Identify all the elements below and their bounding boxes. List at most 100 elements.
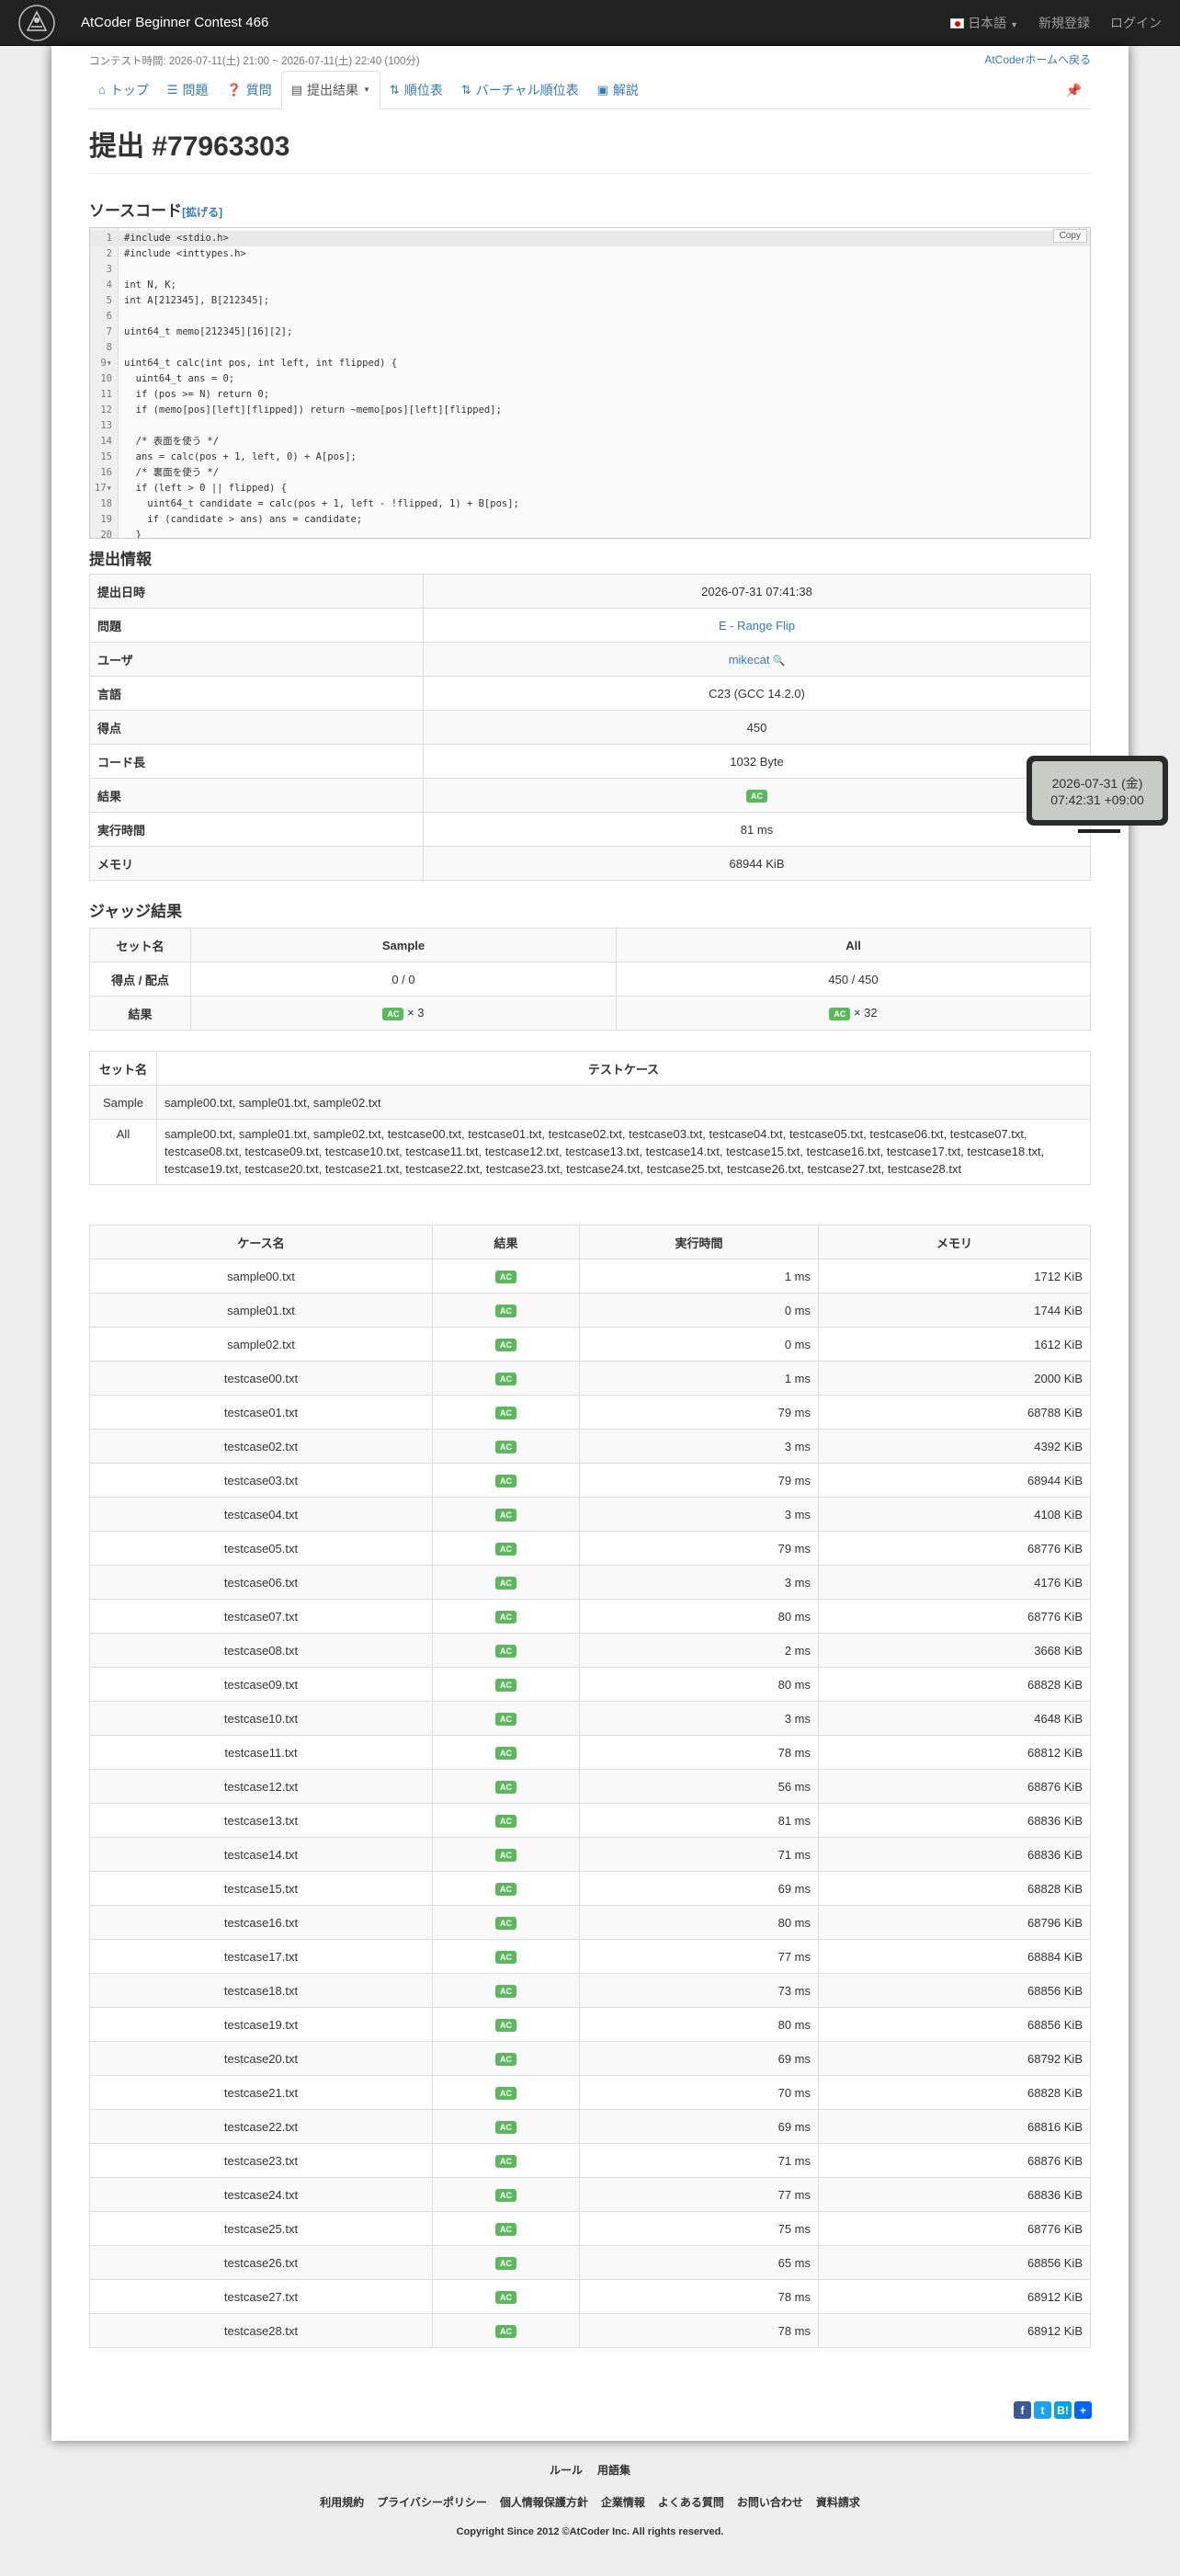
question-icon: ❓ xyxy=(226,83,242,97)
table-row: testcase28.txt AC 78 ms 68912 KiB xyxy=(89,2313,1091,2348)
caret-down-icon: ▼ xyxy=(1010,19,1018,29)
login-link[interactable]: ログイン xyxy=(1110,14,1162,32)
ac-badge: AC xyxy=(495,1610,516,1624)
info-value: AC xyxy=(423,778,1091,813)
tab-clarifications[interactable]: ❓ 質問 xyxy=(218,72,281,108)
ac-badge: AC xyxy=(495,2086,516,2100)
user-link[interactable]: mikecat xyxy=(729,653,770,667)
case-result: AC xyxy=(432,2075,580,2110)
case-name: testcase12.txt xyxy=(89,1769,433,1804)
footer-link[interactable]: 個人情報保護方針 xyxy=(500,2494,588,2510)
case-time: 77 ms xyxy=(579,1939,819,1974)
case-result: AC xyxy=(432,2211,580,2246)
footer-link[interactable]: ルール xyxy=(550,2462,583,2478)
list-icon: ☰ xyxy=(166,83,178,97)
ac-badge: AC xyxy=(495,1474,516,1487)
case-time: 80 ms xyxy=(579,1667,819,1702)
footer-links-secondary: 利用規約 プライバシーポリシー 個人情報保護方針 企業情報 よくある質問 お問い合わせ 資料… xyxy=(0,2494,1180,2510)
case-name: testcase21.txt xyxy=(89,2075,433,2110)
tab-label: 提出結果 xyxy=(307,83,358,97)
expand-button[interactable]: [拡げる] xyxy=(182,206,222,219)
case-name: testcase05.txt xyxy=(89,1531,433,1566)
hatena-icon[interactable]: B! xyxy=(1054,2401,1072,2419)
code-line: 13 xyxy=(90,418,1090,434)
case-time: 81 ms xyxy=(579,1803,819,1838)
score-all: 450 / 450 xyxy=(616,962,1091,997)
japan-flag-icon xyxy=(950,18,965,29)
case-memory: 68836 KiB xyxy=(818,2177,1091,2212)
case-name: testcase14.txt xyxy=(89,1837,433,1872)
case-result: AC xyxy=(432,1667,580,1702)
row-label: 得点 / 配点 xyxy=(89,962,191,997)
line-text: int N, K; xyxy=(124,279,176,291)
line-number: 5 xyxy=(106,295,112,306)
table-row: testcase18.txt AC 73 ms 68856 KiB xyxy=(89,1973,1091,2008)
search-icon[interactable]: 🔍 xyxy=(770,655,786,667)
tab-standings[interactable]: ⇅ 順位表 xyxy=(380,72,452,108)
footer-link[interactable]: よくある質問 xyxy=(658,2494,724,2510)
footer-link[interactable]: お問い合わせ xyxy=(737,2494,803,2510)
column-header: ケース名 xyxy=(89,1225,433,1260)
table-row: testcase13.txt AC 81 ms 68836 KiB xyxy=(89,1803,1091,1838)
info-label: 言語 xyxy=(89,676,424,711)
case-name: testcase27.txt xyxy=(89,2279,433,2314)
line-number: 13 xyxy=(100,420,112,431)
code-line: 20 } xyxy=(90,528,1090,539)
footer-link[interactable]: 資料請求 xyxy=(816,2494,860,2510)
problem-link[interactable]: E - Range Flip xyxy=(719,619,795,633)
case-name: testcase17.txt xyxy=(89,1939,433,1974)
case-memory: 68792 KiB xyxy=(818,2041,1091,2076)
line-text: uint64_t memo[212345][16][2]; xyxy=(124,326,293,337)
code-lines: 1 #include <stdio.h> 2 #include <inttypes.h… xyxy=(90,231,1090,539)
case-name: testcase25.txt xyxy=(89,2211,433,2246)
case-name: testcase23.txt xyxy=(89,2143,433,2178)
ac-badge: AC xyxy=(495,1576,516,1590)
case-name: testcase00.txt xyxy=(89,1361,433,1396)
case-result: AC xyxy=(432,1837,580,1872)
source-code-box[interactable]: 1 #include <stdio.h> 2 #include <inttypes.h… xyxy=(89,227,1091,539)
table-row: sample02.txt AC 0 ms 1612 KiB xyxy=(89,1327,1091,1362)
facebook-icon[interactable]: f xyxy=(1014,2401,1031,2419)
line-number: 2 xyxy=(106,248,112,259)
tab-editorial[interactable]: ▣ 解説 xyxy=(588,72,648,108)
home-link[interactable]: AtCoderホームへ戻る xyxy=(984,51,1091,67)
footer-link[interactable]: 企業情報 xyxy=(601,2494,645,2510)
case-memory: 68828 KiB xyxy=(818,1667,1091,1702)
tab-top[interactable]: ⌂ トップ xyxy=(89,72,158,108)
tab-virtual-standings[interactable]: ⇅ バーチャル順位表 xyxy=(452,72,588,108)
line-number: 1 xyxy=(106,233,112,244)
tab-label: トップ xyxy=(109,83,149,97)
line-number: 12 xyxy=(100,405,112,416)
case-memory: 3668 KiB xyxy=(818,1633,1091,1668)
line-text: if (candidate > ans) ans = candidate; xyxy=(124,514,363,525)
copy-button[interactable]: Copy xyxy=(1052,229,1087,243)
atcoder-logo[interactable] xyxy=(13,1,61,45)
tab-submissions[interactable]: ▤ 提出結果 ▼ xyxy=(280,71,380,109)
ac-badge: AC xyxy=(495,1644,516,1658)
case-name: testcase22.txt xyxy=(89,2109,433,2144)
line-number: 4 xyxy=(106,279,112,291)
contest-title[interactable]: AtCoder Beginner Contest 466 xyxy=(81,15,268,30)
case-name: testcase10.txt xyxy=(89,1701,433,1736)
footer-link[interactable]: 用語集 xyxy=(597,2462,630,2478)
case-name: testcase09.txt xyxy=(89,1667,433,1702)
line-text: } xyxy=(124,530,142,539)
footer-link[interactable]: プライバシーポリシー xyxy=(377,2494,487,2510)
ac-badge: AC xyxy=(495,1712,516,1726)
footer-link[interactable]: 利用規約 xyxy=(320,2494,364,2510)
case-time: 69 ms xyxy=(579,2041,819,2076)
signup-link[interactable]: 新規登録 xyxy=(1038,14,1090,32)
twitter-icon[interactable]: t xyxy=(1034,2401,1051,2419)
tab-tasks[interactable]: ☰ 問題 xyxy=(158,72,218,108)
addtoany-icon[interactable]: + xyxy=(1074,2401,1092,2419)
datetime-tooltip: 2026-07-31 (金) 07:42:31 +09:00 xyxy=(1027,756,1168,833)
language-dropdown[interactable]: 日本語 ▼ xyxy=(950,14,1018,32)
pin-icon[interactable]: 📌 xyxy=(1066,83,1082,98)
line-text: #include <inttypes.h> xyxy=(124,248,246,259)
line-number: 15 xyxy=(100,451,112,462)
table-row: testcase07.txt AC 80 ms 68776 KiB xyxy=(89,1599,1091,1634)
ac-badge: AC xyxy=(495,2052,516,2066)
table-row: testcase00.txt AC 1 ms 2000 KiB xyxy=(89,1361,1091,1396)
line-number: 16 xyxy=(100,467,112,478)
case-name: sample01.txt xyxy=(89,1293,433,1328)
